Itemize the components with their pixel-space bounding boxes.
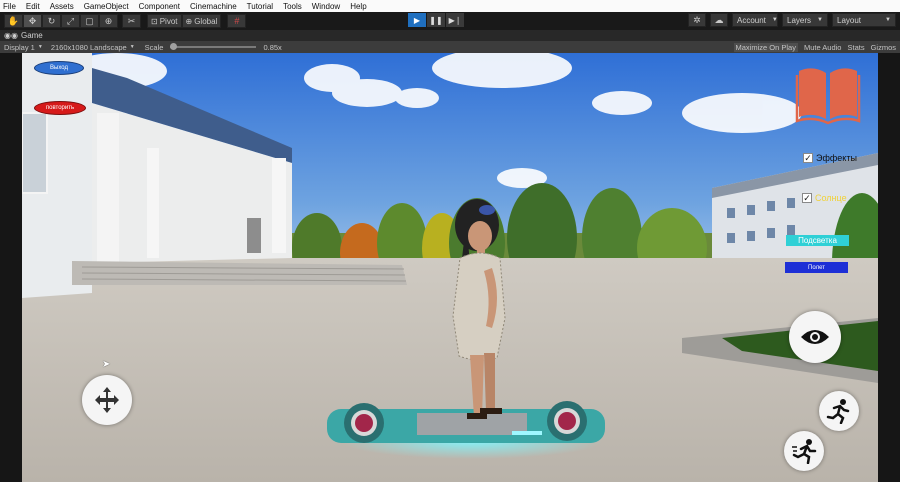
menu-window[interactable]: Window [312,2,340,11]
game-scene [22,53,878,482]
collab-icon[interactable]: ✲ [688,13,706,27]
menu-component[interactable]: Component [139,2,180,11]
maximize-on-play-toggle[interactable]: Maximize On Play [733,42,798,52]
chevron-down-icon: ▼ [129,44,135,50]
menu-edit[interactable]: Edit [26,2,40,11]
effects-label: Эффекты [816,153,857,163]
move-arrows-icon [95,387,119,413]
highlight-label: Подсветка [798,236,837,245]
step-button[interactable]: ▶❘ [446,13,464,27]
flight-label: Полет [808,264,825,271]
effects-toggle[interactable]: ✓ Эффекты [803,153,857,163]
game-tab-bar: ◉◉ Game [0,30,900,41]
menu-bar: File Edit Assets GameObject Component Ci… [0,0,900,12]
menu-gameobject[interactable]: GameObject [84,2,129,11]
globe-icon: ⊕ [185,16,193,26]
pivot-icon: ⊡ [151,16,158,26]
menu-cinemachine[interactable]: Cinemachine [190,2,237,11]
main-toolbar: ✋ ✥ ↻ ⤢ ▢ ⊕ ✂ ⊡ Pivot ⊕ Global # ▶ ❚❚ ▶❘ ✲… [0,12,900,30]
pivot-toggle[interactable]: ⊡ Pivot [147,14,182,28]
viewport-letterbox-left [0,53,22,482]
pivot-label: Pivot [159,16,178,26]
scale-label: Scale [144,42,164,52]
global-toggle[interactable]: ⊕ Global [181,14,222,28]
hand-icon[interactable]: ✋ [4,14,23,28]
layout-dropdown[interactable]: Layout ▼ [832,13,896,27]
sun-label: Солнце [815,193,847,203]
chevron-down-icon: ▼ [37,44,43,50]
gizmos-dropdown[interactable]: Gizmos [871,43,896,52]
scale-icon[interactable]: ⤢ [61,14,80,28]
play-controls: ▶ ❚❚ ▶❘ [408,13,464,27]
repeat-button[interactable]: повторить [34,101,86,115]
game-view-icon: ◉◉ [4,31,18,40]
custom-tool-icon[interactable]: ✂ [122,14,141,28]
move-icon[interactable]: ✥ [23,14,42,28]
resolution-label: 2160x1080 Landscape [50,42,127,52]
menu-assets[interactable]: Assets [50,2,74,11]
grid-snap-icon[interactable]: # [227,14,247,28]
move-joystick[interactable] [82,375,132,425]
highlight-button[interactable]: Подсветка [786,235,849,246]
transform-icon[interactable]: ⊕ [99,14,118,28]
cloud-icon[interactable]: ☁ [710,13,728,27]
running-person-icon [826,399,850,424]
camera-view-button[interactable] [789,311,841,363]
mute-audio-toggle[interactable]: Mute Audio [804,43,842,52]
mouse-cursor-icon: ➤ [102,359,111,370]
layers-dropdown[interactable]: Layers ▼ [782,13,828,27]
global-label: Global [194,16,218,26]
chevron-down-icon: ▼ [885,17,891,23]
menu-help[interactable]: Help [350,2,366,11]
menu-file[interactable]: File [3,2,16,11]
stats-toggle[interactable]: Stats [847,43,864,52]
exit-button-label: Выход [50,65,68,71]
menu-tutorial[interactable]: Tutorial [247,2,273,11]
sprint-icon [792,439,817,464]
scale-slider-knob[interactable] [170,43,178,50]
display-label: Display 1 [4,42,35,52]
rect-icon[interactable]: ▢ [80,14,99,28]
sun-toggle[interactable]: ✓ Солнце [802,193,847,203]
sun-checkbox[interactable]: ✓ [802,193,812,203]
scale-value: 0.85x [263,42,282,52]
account-dropdown[interactable]: Account ▼ [732,13,778,27]
game-view-toolbar: Display 1 ▼ 2160x1080 Landscape ▼ Scale 0.… [0,41,900,53]
display-dropdown[interactable]: Display 1 ▼ [4,43,43,52]
eye-icon [801,330,829,344]
jump-button[interactable] [819,391,859,431]
tab-game[interactable]: Game [21,31,43,40]
book-icon[interactable] [795,65,861,125]
repeat-button-label: повторить [45,105,75,111]
effects-checkbox[interactable]: ✓ [803,153,813,163]
play-button[interactable]: ▶ [408,13,426,27]
exit-button[interactable]: Выход [34,61,84,75]
layout-label: Layout [837,15,862,25]
scale-slider[interactable] [170,43,257,50]
menu-tools[interactable]: Tools [283,2,302,11]
game-viewport[interactable]: Выход повторить ✓ Эффекты ✓ Солнце Подсв… [22,53,878,482]
rotate-icon[interactable]: ↻ [42,14,61,28]
account-label: Account [737,15,766,25]
transform-tools: ✋ ✥ ↻ ⤢ ▢ ⊕ [4,14,118,28]
viewport-letterbox-right [878,53,900,482]
flight-button[interactable]: Полет [785,262,848,273]
chevron-down-icon: ▼ [817,17,823,23]
chevron-down-icon: ▼ [771,17,778,23]
sprint-button[interactable] [784,431,824,471]
pause-button[interactable]: ❚❚ [427,13,445,27]
resolution-dropdown[interactable]: 2160x1080 Landscape ▼ [51,43,135,52]
layers-label: Layers [787,15,812,25]
